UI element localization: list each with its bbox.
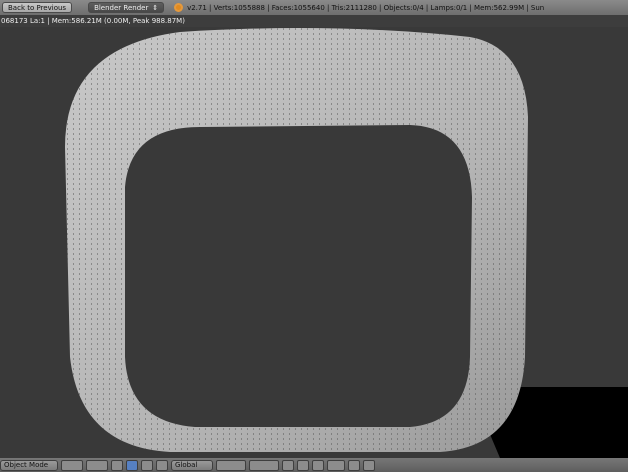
- orientation-label: Global: [175, 461, 198, 469]
- render-anim-icon[interactable]: [363, 459, 375, 471]
- proportional-edit-icon[interactable]: [297, 459, 309, 471]
- render-icon[interactable]: [348, 459, 360, 471]
- layers-grid-2-icon[interactable]: [249, 459, 279, 471]
- 3d-viewport[interactable]: [0, 27, 628, 458]
- info-header: Back to Previous Blender Render ⇕ v2.71 |…: [0, 0, 628, 15]
- rotate-icon[interactable]: [141, 459, 153, 471]
- stadium-mesh: [65, 28, 628, 458]
- render-engine-label: Blender Render: [94, 3, 149, 12]
- viewport-header: Object Mode Global: [0, 458, 628, 472]
- blender-logo-icon: [174, 3, 184, 12]
- render-engine-select[interactable]: Blender Render ⇕: [88, 2, 165, 13]
- translate-icon[interactable]: [126, 459, 138, 471]
- manipulator-icon[interactable]: [111, 459, 123, 471]
- snap-target-icon[interactable]: [327, 459, 345, 471]
- scale-icon[interactable]: [156, 459, 168, 471]
- scene-stats: v2.71 | Verts:1055888 | Faces:1055640 | …: [187, 3, 545, 12]
- lock-layers-icon[interactable]: [282, 459, 294, 471]
- chevron-updown-icon: ⇕: [152, 3, 159, 12]
- snap-icon[interactable]: [312, 459, 324, 471]
- shading-icon[interactable]: [61, 459, 83, 471]
- layers-grid-icon[interactable]: [216, 459, 246, 471]
- orientation-select[interactable]: Global: [171, 459, 213, 471]
- render-info-line: 068173 La:1 | Mem:586.21M (0.00M, Peak 9…: [0, 15, 628, 27]
- mode-label: Object Mode: [4, 461, 49, 469]
- mode-select[interactable]: Object Mode: [0, 459, 58, 471]
- pivot-icon[interactable]: [86, 459, 108, 471]
- back-to-previous-button[interactable]: Back to Previous: [2, 2, 73, 13]
